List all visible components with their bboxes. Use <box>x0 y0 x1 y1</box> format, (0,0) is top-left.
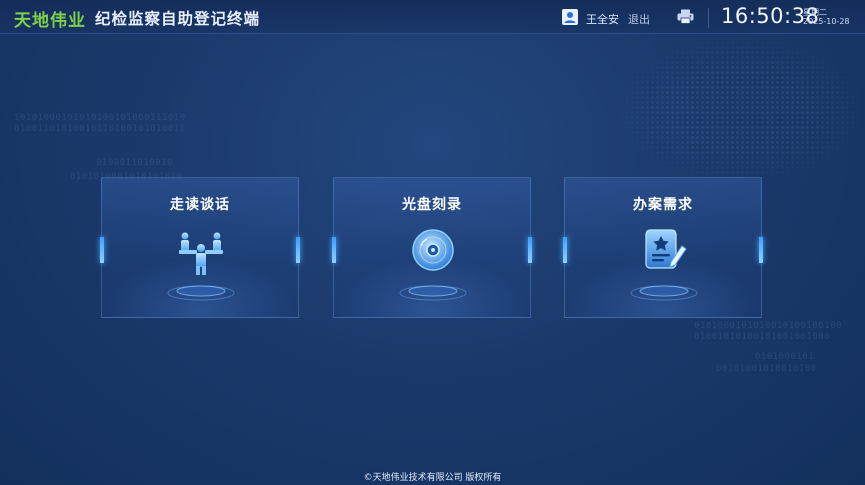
binary-decoration: 0100011010010 <box>96 158 173 168</box>
document-edit-icon <box>645 229 687 269</box>
pedestal-decoration <box>630 285 698 301</box>
binary-decoration: 10101000101010100101000111010 <box>14 113 186 123</box>
meeting-icon <box>179 232 223 275</box>
logout-button[interactable]: 退出 <box>628 11 650 27</box>
card-edge-glow <box>100 237 104 263</box>
disc-icon <box>412 229 454 271</box>
card-case-request[interactable]: 办案需求 <box>563 177 763 318</box>
binary-decoration: 01001101010010110100101010011 <box>14 124 186 134</box>
card-edge-glow <box>296 237 300 263</box>
card-edge-glow <box>528 237 532 263</box>
binary-decoration: 0101000101 <box>755 352 815 362</box>
header-divider <box>708 8 709 28</box>
pedestal-decoration <box>399 285 467 301</box>
binary-decoration: 01001010100101001001000 <box>694 332 831 342</box>
date-label: 2025-10-28 <box>803 17 850 26</box>
binary-decoration: 00101001010010100 <box>716 364 817 374</box>
header-bar: 天地伟业 纪检监察自助登记终端 王全安 退出 16:50:38 星期二 2025… <box>0 0 865 34</box>
world-map-decoration <box>620 40 860 180</box>
pedestal-decoration <box>167 285 235 301</box>
card-title: 办案需求 <box>633 197 693 213</box>
app-title: 纪检监察自助登记终端 <box>95 10 261 28</box>
printer-icon[interactable] <box>677 9 694 24</box>
user-icon <box>562 9 578 25</box>
card-walk-in-interview[interactable]: 走读谈话 <box>100 177 300 318</box>
copyright-footer: ©天地伟业技术有限公司 版权所有 <box>363 473 502 483</box>
card-title: 走读谈话 <box>170 197 230 213</box>
card-edge-glow <box>759 237 763 263</box>
card-title: 光盘刻录 <box>402 197 462 213</box>
card-disc-burning[interactable]: 光盘刻录 <box>332 177 532 318</box>
brand-logo-text: 天地伟业 <box>14 11 86 31</box>
card-edge-glow <box>563 237 567 263</box>
card-edge-glow <box>332 237 336 263</box>
binary-decoration: 0101000101010010100100100 <box>694 321 842 331</box>
user-name: 王全安 <box>586 13 619 26</box>
